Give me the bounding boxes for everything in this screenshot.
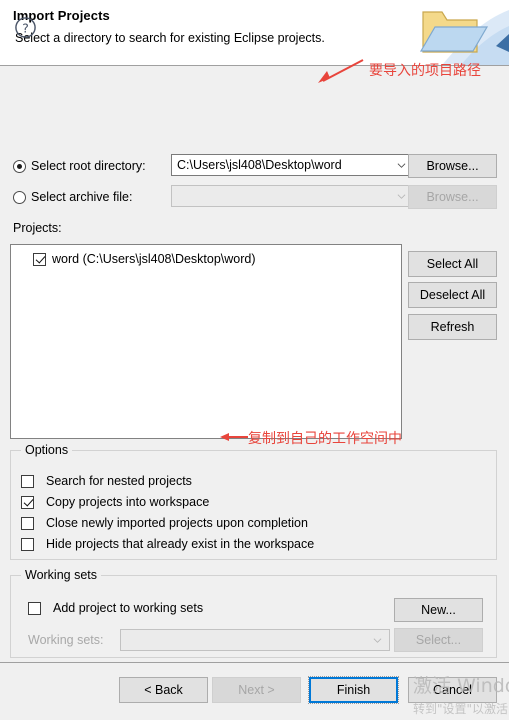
option-label: Search for nested projects <box>46 474 192 488</box>
option-label: Hide projects that already exist in the … <box>46 537 315 551</box>
help-question-icon[interactable]: ? <box>14 16 37 39</box>
working-sets-group: Working sets Add project to working sets… <box>10 568 497 658</box>
archive-file-combo <box>171 185 414 207</box>
add-project-to-working-sets-checkbox[interactable] <box>28 601 41 615</box>
options-group: Options Search for nested projects Copy … <box>10 443 497 560</box>
list-item[interactable]: word (C:\Users\jsl408\Desktop\word) <box>33 252 401 266</box>
radio-label-root-directory: Select root directory: <box>31 159 146 173</box>
finish-button[interactable]: Finish <box>308 676 399 704</box>
next-button: Next > <box>212 677 301 703</box>
new-working-set-button[interactable]: New... <box>394 598 483 622</box>
working-sets-combo <box>120 629 390 651</box>
wizard-header: Import Projects Select a directory to se… <box>0 0 509 66</box>
add-project-to-working-sets-label: Add project to working sets <box>53 601 204 615</box>
refresh-button[interactable]: Refresh <box>408 314 497 340</box>
radio-label-archive-file: Select archive file: <box>31 190 133 204</box>
option-hide-existing-projects[interactable]: Hide projects that already exist in the … <box>21 537 314 551</box>
import-folder-icon <box>419 10 509 65</box>
option-label: Copy projects into workspace <box>46 495 210 509</box>
options-group-title: Options <box>21 443 73 457</box>
projects-label: Projects: <box>13 221 62 235</box>
page-subtitle: Select a directory to search for existin… <box>15 31 325 45</box>
project-label: word (C:\Users\jsl408\Desktop\word) <box>52 252 256 266</box>
chevron-down-icon <box>365 630 389 650</box>
cancel-button[interactable]: Cancel <box>408 677 497 703</box>
option-copy-projects-into-workspace[interactable]: Copy projects into workspace <box>21 495 209 509</box>
working-sets-combo-label: Working sets: <box>28 633 104 647</box>
option-checkbox[interactable] <box>21 495 34 509</box>
radio-select-archive-file[interactable] <box>13 190 26 204</box>
option-close-newly-imported-projects[interactable]: Close newly imported projects upon compl… <box>21 516 308 530</box>
browse-root-directory-button[interactable]: Browse... <box>408 154 497 178</box>
deselect-all-button[interactable]: Deselect All <box>408 282 497 308</box>
wizard-body: Select root directory: C:\Users\jsl408\D… <box>0 66 509 662</box>
option-checkbox[interactable] <box>21 537 34 551</box>
svg-text:?: ? <box>22 20 29 35</box>
back-button[interactable]: < Back <box>119 677 208 703</box>
projects-list[interactable]: word (C:\Users\jsl408\Desktop\word) <box>10 244 402 439</box>
select-working-set-button: Select... <box>394 628 483 652</box>
option-search-nested-projects[interactable]: Search for nested projects <box>21 474 192 488</box>
select-all-button[interactable]: Select All <box>408 251 497 277</box>
radio-select-root-directory[interactable] <box>13 159 26 173</box>
option-checkbox[interactable] <box>21 516 34 530</box>
browse-archive-file-button: Browse... <box>408 185 497 209</box>
working-sets-group-title: Working sets <box>21 568 102 582</box>
root-directory-value: C:\Users\jsl408\Desktop\word <box>177 158 342 172</box>
option-label: Close newly imported projects upon compl… <box>46 516 308 530</box>
option-checkbox[interactable] <box>21 474 34 488</box>
add-project-to-working-sets-row[interactable]: Add project to working sets <box>28 601 203 615</box>
root-directory-combo[interactable]: C:\Users\jsl408\Desktop\word <box>171 154 414 176</box>
project-checkbox[interactable] <box>33 252 46 266</box>
